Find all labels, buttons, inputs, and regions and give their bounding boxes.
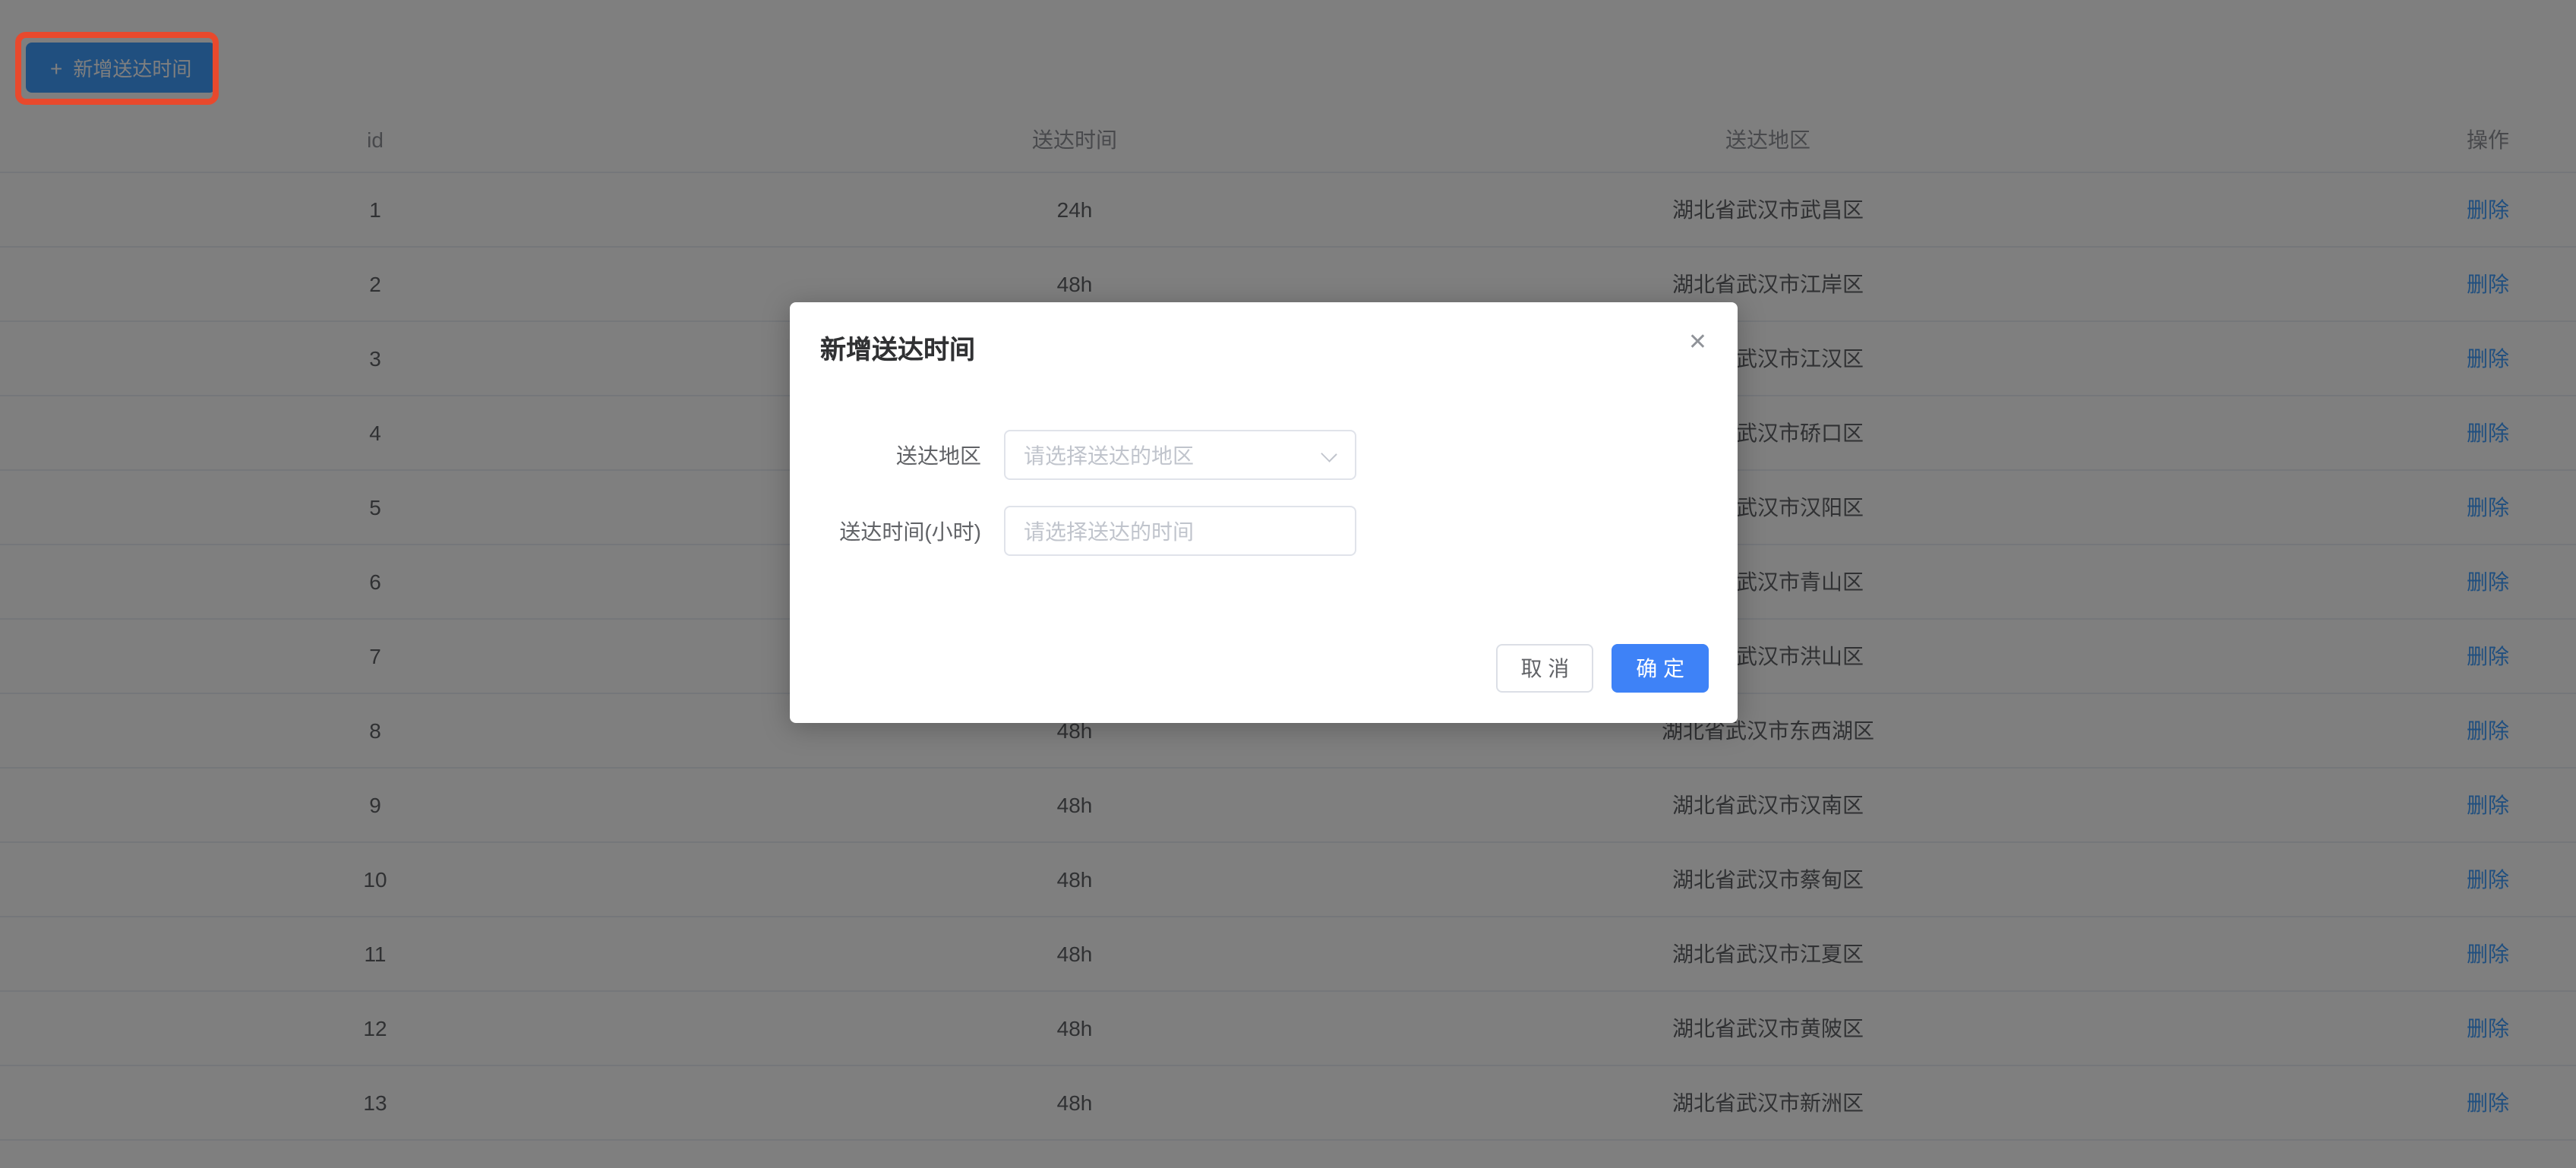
close-icon[interactable]: ✕ [1688, 331, 1707, 354]
region-field-label: 送达地区 [790, 440, 981, 470]
time-input[interactable] [1005, 507, 1355, 554]
time-input-wrapper [1004, 506, 1356, 556]
region-select[interactable]: 请选择送达的地区 [1004, 430, 1356, 480]
modal-form: 送达地区 请选择送达的地区 送达时间(小时) [790, 430, 1738, 556]
region-select-placeholder: 请选择送达的地区 [1024, 440, 1194, 470]
modal-footer: 取 消 确 定 [790, 644, 1738, 693]
add-delivery-time-modal: 新增送达时间 ✕ 送达地区 请选择送达的地区 送达时间(小时) 取 消 确 定 [790, 302, 1738, 723]
time-form-row: 送达时间(小时) [790, 506, 1738, 556]
modal-title: 新增送达时间 [790, 302, 1738, 369]
screen: + 新增送达时间 id 送达时间 送达地区 操作 124h湖北省武汉市武昌区删除… [0, 0, 2576, 1168]
cancel-button[interactable]: 取 消 [1496, 644, 1593, 693]
chevron-down-icon [1321, 446, 1337, 462]
time-field-label: 送达时间(小时) [790, 516, 981, 546]
region-form-row: 送达地区 请选择送达的地区 [790, 430, 1738, 480]
confirm-button[interactable]: 确 定 [1612, 644, 1709, 693]
